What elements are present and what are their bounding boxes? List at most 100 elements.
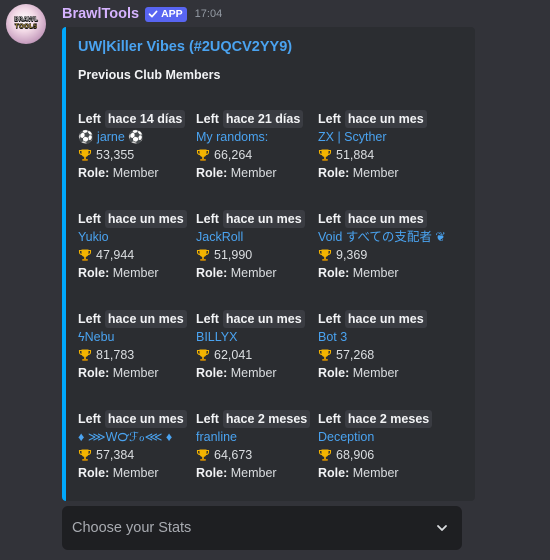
member-role: Role: Member	[318, 164, 438, 182]
trophy-icon	[318, 448, 332, 462]
trophy-value: 51,990	[214, 248, 253, 262]
trophy-value: 68,906	[336, 448, 375, 462]
field-name: Left hace un mes	[78, 210, 198, 228]
member-name: BILLYX	[196, 330, 238, 344]
trophy-icon	[196, 148, 210, 162]
member-field: Left hace 2 meses Deception 68,906 Role: Mem…	[318, 410, 438, 482]
member-name-link[interactable]: ϟNebu	[78, 328, 198, 346]
stats-select[interactable]: Choose your Stats	[62, 506, 462, 550]
field-name: Left hace un mes	[318, 310, 438, 328]
member-role: Role: Member	[196, 164, 316, 182]
role-value: Member	[112, 466, 159, 480]
member-name: franline	[196, 430, 237, 444]
trophy-icon	[318, 348, 332, 362]
brawltools-logo: BRAWL TOOLS	[12, 16, 40, 32]
chevron-down-icon	[437, 525, 447, 531]
app-badge: APP	[145, 6, 187, 22]
member-field: Left hace 2 meses franline 64,673 Role: Memb…	[196, 410, 316, 482]
member-role: Role: Member	[196, 464, 316, 482]
member-name-link[interactable]: Deception	[318, 428, 438, 446]
member-name: My randoms:	[196, 130, 269, 144]
role-value: Member	[230, 166, 277, 180]
left-label: Left	[196, 112, 219, 126]
member-field: Left hace 14 días ⚽ jarne ⚽ 53,355 Role: Mem…	[78, 110, 198, 182]
member-name: ϟNebu	[78, 330, 115, 344]
username[interactable]: BrawlTools	[62, 6, 139, 22]
member-name-link[interactable]: BILLYX	[196, 328, 316, 346]
role-label: Role:	[318, 166, 350, 180]
field-name: Left hace 21 días	[196, 110, 316, 128]
field-name: Left hace un mes	[196, 310, 316, 328]
member-role: Role: Member	[318, 264, 438, 282]
field-name: Left hace un mes	[78, 410, 198, 428]
member-name-link[interactable]: My randoms:	[196, 128, 316, 146]
trophy-value: 57,268	[336, 348, 375, 362]
left-label: Left	[196, 412, 219, 426]
trophy-value: 64,673	[214, 448, 253, 462]
role-label: Role:	[318, 266, 350, 280]
left-time-code: hace 21 días	[222, 110, 304, 128]
member-field: Left hace un mes ♦ ⋙W℺ℱℴ⋘ ♦ 57,384 Role: Mem…	[78, 410, 198, 482]
role-value: Member	[230, 466, 277, 480]
member-role: Role: Member	[78, 464, 198, 482]
message-header: BrawlTools APP 17:04	[62, 4, 222, 24]
member-name-link[interactable]: ♦ ⋙W℺ℱℴ⋘ ♦	[78, 428, 198, 446]
trophy-value: 81,783	[96, 348, 135, 362]
left-label: Left	[318, 112, 341, 126]
member-name-link[interactable]: franline	[196, 428, 316, 446]
stats-select-placeholder: Choose your Stats	[72, 520, 192, 536]
member-name: ⚽ jarne ⚽	[78, 130, 144, 144]
trophy-count: 66,264	[196, 146, 316, 164]
timestamp[interactable]: 17:04	[195, 8, 223, 20]
member-role: Role: Member	[318, 464, 438, 482]
member-name-link[interactable]: Yukio	[78, 228, 198, 246]
avatar[interactable]: BRAWL TOOLS	[6, 4, 46, 44]
left-time-code: hace un mes	[104, 310, 187, 328]
member-field: Left hace un mes Void すべての支配者 ❦ 9,369 Role: …	[318, 210, 446, 282]
trophy-count: 81,783	[78, 346, 198, 364]
left-time-code: hace un mes	[222, 210, 305, 228]
role-value: Member	[352, 266, 399, 280]
member-field: Left hace un mes ϟNebu 81,783 Role: Member	[78, 310, 198, 382]
member-role: Role: Member	[196, 364, 316, 382]
role-label: Role:	[196, 166, 228, 180]
role-label: Role:	[78, 266, 110, 280]
member-name-link[interactable]: ⚽ jarne ⚽	[78, 128, 198, 146]
role-label: Role:	[318, 466, 350, 480]
left-label: Left	[318, 212, 341, 226]
field-name: Left hace un mes	[196, 210, 316, 228]
member-name: Deception	[318, 430, 375, 444]
trophy-value: 66,264	[214, 148, 253, 162]
logo-text-line-1: BRAWL	[13, 16, 39, 24]
trophy-icon	[196, 248, 210, 262]
role-label: Role:	[196, 366, 228, 380]
trophy-value: 62,041	[214, 348, 253, 362]
role-label: Role:	[196, 266, 228, 280]
left-label: Left	[78, 212, 101, 226]
field-name: Left hace un mes	[318, 210, 438, 228]
member-field: Left hace un mes ZX | Scyther 51,884 Role: M…	[318, 110, 438, 182]
left-time-code: hace 14 días	[104, 110, 186, 128]
member-field: Left hace un mes JackRoll 51,990 Role: Membe…	[196, 210, 316, 282]
member-role: Role: Member	[196, 264, 316, 282]
member-role: Role: Member	[318, 364, 438, 382]
trophy-value: 51,884	[336, 148, 375, 162]
trophy-value: 57,384	[96, 448, 135, 462]
left-label: Left	[318, 312, 341, 326]
left-label: Left	[196, 212, 219, 226]
member-name-link[interactable]: Void すべての支配者 ❦	[318, 228, 446, 246]
trophy-value: 47,944	[96, 248, 135, 262]
member-name-link[interactable]: JackRoll	[196, 228, 316, 246]
left-time-code: hace un mes	[104, 410, 187, 428]
role-label: Role:	[78, 166, 110, 180]
field-name: Left hace 2 meses	[196, 410, 316, 428]
role-value: Member	[352, 366, 399, 380]
role-value: Member	[230, 266, 277, 280]
member-name-link[interactable]: ZX | Scyther	[318, 128, 438, 146]
left-label: Left	[318, 412, 341, 426]
field-name: Left hace un mes	[78, 310, 198, 328]
member-name-link[interactable]: Bot 3	[318, 328, 438, 346]
left-time-code: hace un mes	[344, 310, 427, 328]
role-label: Role:	[78, 366, 110, 380]
trophy-icon	[78, 148, 92, 162]
